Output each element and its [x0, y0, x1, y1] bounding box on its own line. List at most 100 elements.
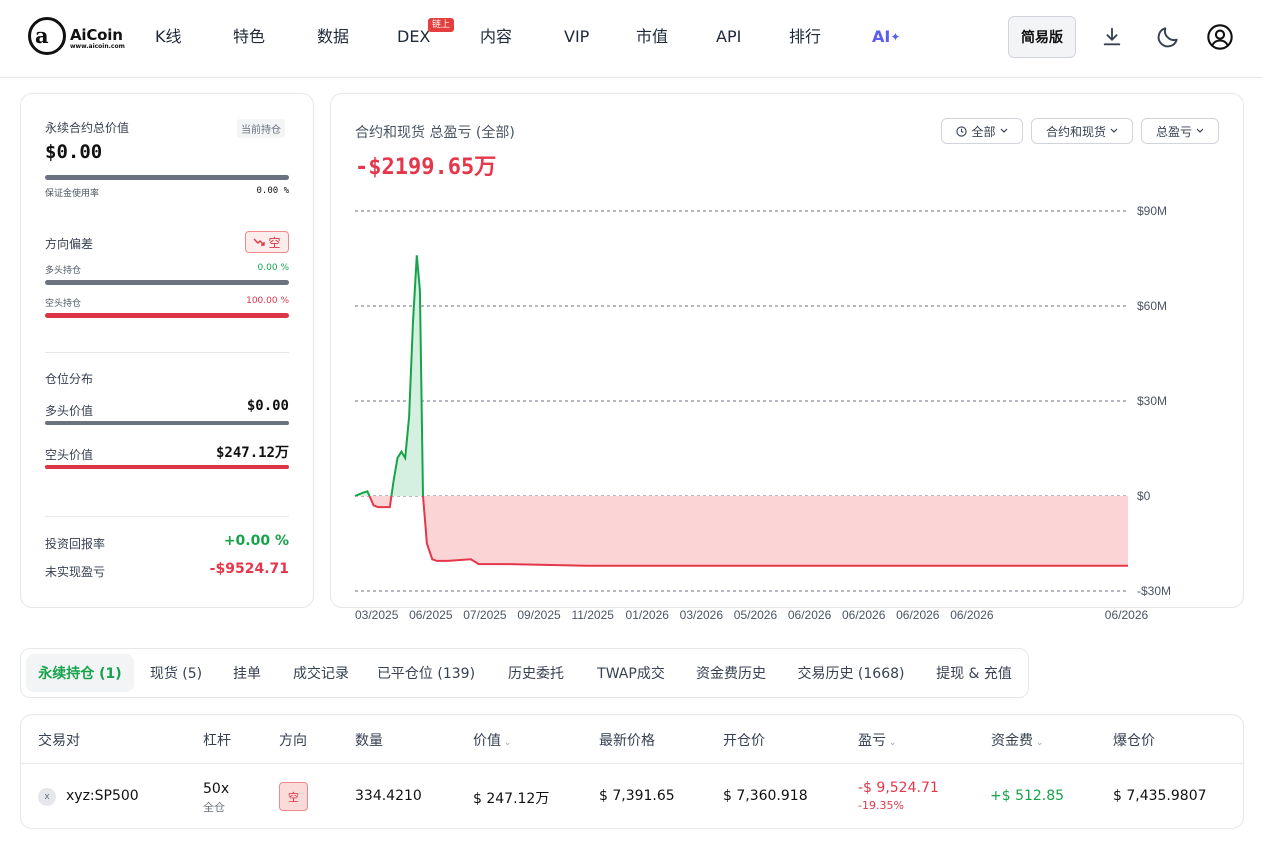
nav-ai[interactable]: AI✦	[872, 26, 900, 48]
chart-total-pnl: -$2199.65万	[355, 155, 497, 180]
tab-perp-positions[interactable]: 永续持仓 (1)	[26, 654, 134, 692]
x-tick-label: 07/2025	[463, 608, 507, 622]
tab-spot[interactable]: 现货 (5)	[141, 654, 211, 692]
x-tick-label: 03/2025	[355, 608, 399, 622]
tab-open-orders[interactable]: 挂单	[221, 654, 273, 692]
short-value: $247.12万	[215, 445, 289, 461]
nav-data[interactable]: 数据	[317, 26, 349, 48]
position-tabs: 永续持仓 (1) 现货 (5) 挂单 成交记录 已平仓位 (139) 历史委托 …	[20, 648, 1029, 698]
x-tick-label: 11/2025	[571, 608, 614, 622]
tab-order-history[interactable]: 历史委托	[498, 654, 574, 692]
market-type-label: 合约和现货	[1045, 124, 1106, 139]
direction-short-badge: 空	[279, 782, 308, 811]
nav-ai-label: AI	[872, 27, 891, 46]
dark-mode-moon-icon[interactable]	[1153, 22, 1183, 52]
bias-short-text: 空	[268, 235, 281, 250]
time-range-dropdown[interactable]: 全部	[941, 118, 1023, 144]
tab-closed-positions[interactable]: 已平仓位 (139)	[373, 654, 479, 692]
header-divider	[21, 763, 1243, 764]
cell-pnl-pct: -19.35%	[858, 799, 904, 812]
download-icon[interactable]	[1097, 22, 1127, 52]
nav-kline[interactable]: K线	[155, 26, 182, 48]
col-header-funding[interactable]: 资金费 ⌄	[991, 730, 1043, 750]
col-header-value-label: 价值	[473, 733, 501, 749]
x-tick-label: 06/2026	[950, 608, 994, 622]
x-tick-label: 06/2026	[842, 608, 886, 622]
margin-usage-bar	[45, 175, 289, 180]
margin-usage-value: 0.00 %	[256, 186, 289, 196]
nav-vip[interactable]: VIP	[564, 26, 589, 48]
negative-area	[355, 496, 1128, 566]
roi-label: 投资回报率	[45, 537, 106, 551]
bias-label: 方向偏差	[45, 237, 94, 251]
cell-quantity: 334.4210	[355, 788, 422, 804]
nav-features[interactable]: 特色	[233, 26, 265, 48]
tab-trade-records[interactable]: 成交记录	[283, 654, 359, 692]
nav-content[interactable]: 内容	[480, 26, 512, 48]
x-tick-label: 06/2026	[896, 608, 940, 622]
tab-twap-fills[interactable]: TWAP成交	[589, 654, 673, 692]
logo-text: AiCoin	[70, 26, 123, 44]
nav-ranking[interactable]: 排行	[789, 26, 821, 48]
pnl-type-dropdown[interactable]: 总盈亏	[1141, 118, 1219, 144]
positions-table: 交易对 杠杆 方向 数量 价值 ⌄ 最新价格 开仓价 盈亏 ⌄ 资金费 ⌄ 爆仓…	[20, 714, 1244, 829]
market-type-dropdown[interactable]: 合约和现货	[1031, 118, 1133, 144]
long-hold-value: 0.00 %	[257, 263, 289, 273]
sort-chevron-icon: ⌄	[886, 738, 897, 748]
tab-trade-history[interactable]: 交易历史 (1668)	[789, 654, 913, 692]
section-divider	[45, 516, 289, 517]
chevron-down-icon	[1196, 128, 1204, 133]
col-header-liq-price: 爆仓价	[1113, 733, 1155, 749]
pnl-area-chart: $90M $60M $30M $0 -$30M 03/2025 06/2025 07/2025…	[354, 204, 1171, 622]
y-tick-label: $60M	[1137, 299, 1167, 313]
logo-mark: a	[28, 17, 66, 55]
col-header-pnl[interactable]: 盈亏 ⌄	[858, 730, 896, 750]
coin-icon: x	[38, 788, 56, 806]
long-value-label: 多头价值	[45, 404, 94, 418]
roi-value: +0.00 %	[223, 533, 289, 549]
pnl-type-label: 总盈亏	[1155, 124, 1192, 139]
short-value-bar	[45, 465, 289, 469]
x-tick-label: 06/2025	[409, 608, 453, 622]
x-tick-label: 09/2025	[517, 608, 561, 622]
chevron-down-icon	[1110, 128, 1118, 133]
x-tick-label: 06/2026	[788, 608, 832, 622]
perp-total-value: $0.00	[45, 141, 103, 163]
cell-pair[interactable]: xyz:SP500	[66, 788, 139, 804]
col-header-value[interactable]: 价值 ⌄	[473, 730, 511, 750]
short-value-label: 空头价值	[45, 448, 94, 462]
cell-liq-price: $ 7,435.9807	[1113, 788, 1207, 804]
tab-withdraw-deposit[interactable]: 提现 & 充值	[926, 654, 1022, 692]
simple-mode-button[interactable]: 简易版	[1008, 16, 1076, 58]
cell-entry-price: $ 7,360.918	[723, 788, 808, 804]
aicoin-logo[interactable]: a AiCoin www.aicoin.com	[28, 17, 130, 57]
nav-market-cap[interactable]: 市值	[636, 26, 668, 48]
unrealized-value: -$9524.71	[209, 561, 289, 577]
y-tick-label: $0	[1137, 489, 1151, 503]
tab-funding-history[interactable]: 资金费历史	[687, 654, 775, 692]
time-range-label: 全部	[971, 124, 996, 139]
margin-usage-label: 保证金使用率	[45, 189, 100, 199]
col-header-entry-price: 开仓价	[723, 733, 765, 749]
cell-value: $ 247.12万	[473, 791, 550, 807]
nav-api[interactable]: API	[716, 26, 741, 48]
cell-pnl: -$ 9,524.71	[858, 780, 939, 796]
y-tick-label: -$30M	[1137, 584, 1171, 598]
unrealized-label: 未实现盈亏	[45, 565, 106, 579]
cell-margin-mode: 全仓	[203, 801, 225, 814]
chart-title: 合约和现货 总盈亏 (全部)	[355, 125, 515, 141]
cell-last-price: $ 7,391.65	[599, 788, 675, 804]
sort-chevron-icon: ⌄	[501, 738, 512, 748]
long-value-bar	[45, 421, 289, 425]
x-tick-label: 05/2026	[734, 608, 778, 622]
y-tick-label: $30M	[1137, 394, 1167, 408]
nav-dex[interactable]: DEX	[397, 26, 430, 48]
user-account-icon[interactable]	[1205, 22, 1235, 52]
trend-down-icon	[253, 238, 266, 246]
col-header-leverage: 杠杆	[203, 733, 231, 749]
section-divider	[45, 352, 289, 353]
short-hold-label: 空头持仓	[45, 299, 82, 309]
logo-url: www.aicoin.com	[70, 43, 125, 50]
perp-total-label: 永续合约总价值	[45, 121, 130, 135]
col-header-quantity: 数量	[355, 733, 383, 749]
